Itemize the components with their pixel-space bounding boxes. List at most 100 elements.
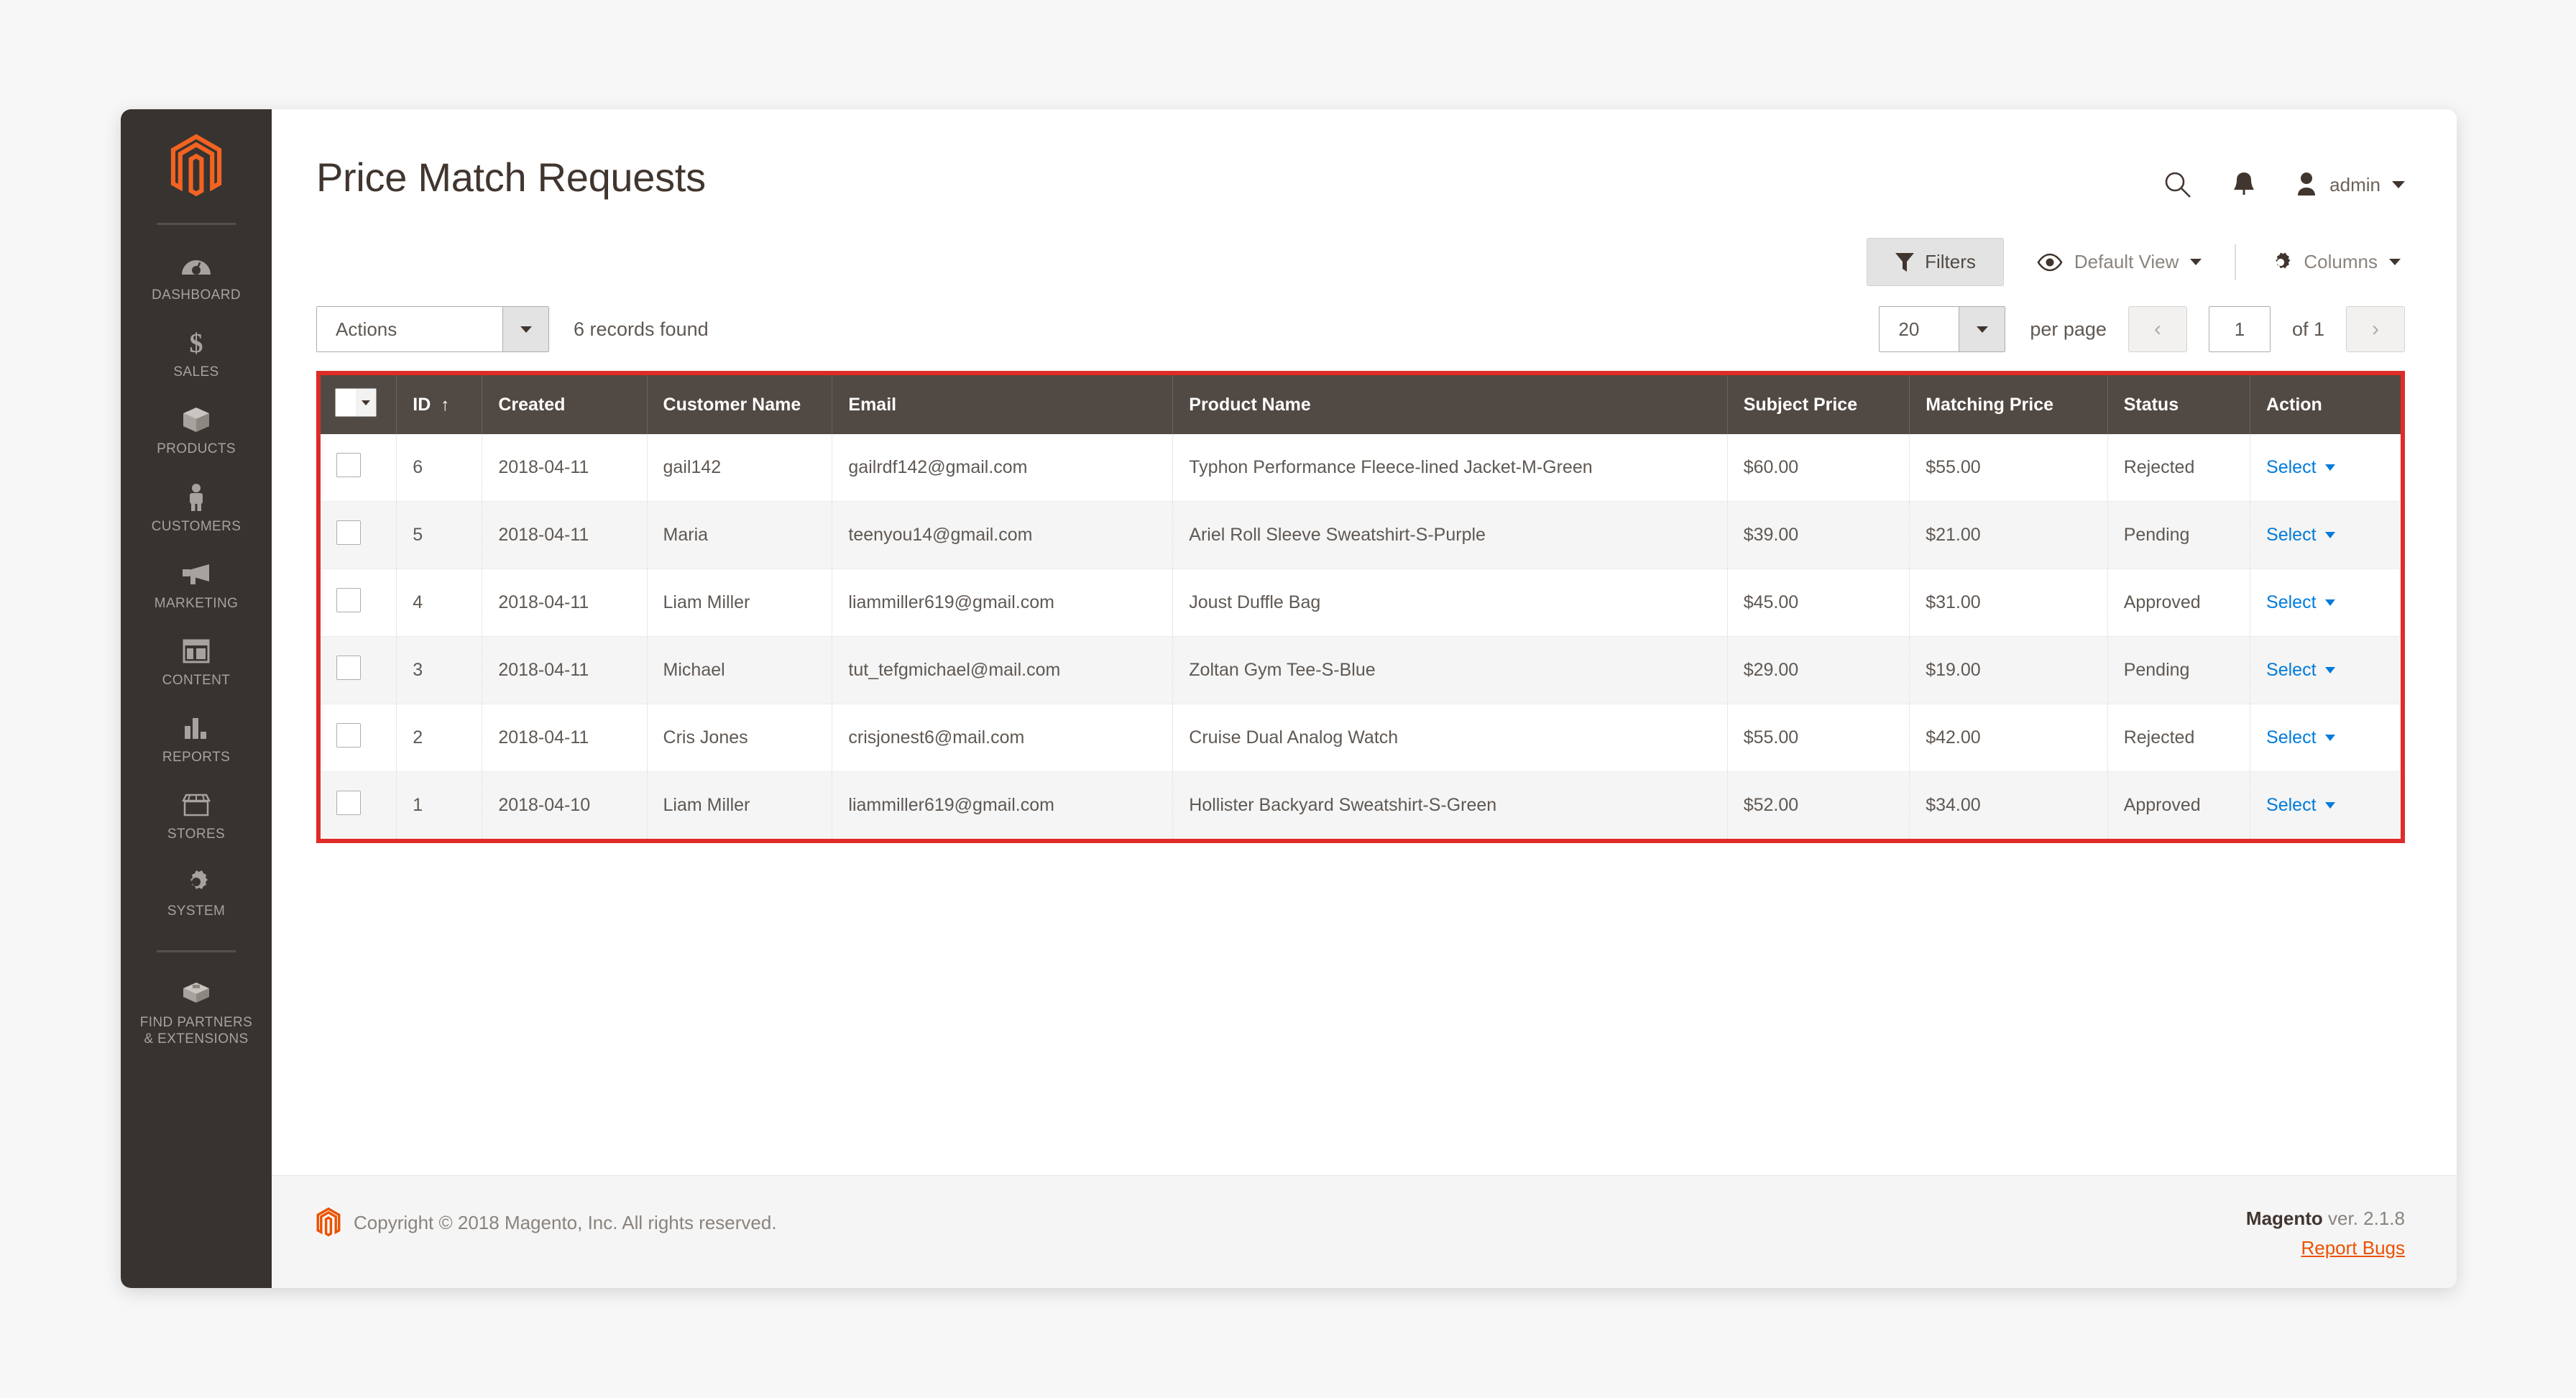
table-row[interactable]: 3 2018-04-11 Michael tut_tefgmichael@mai… [321, 636, 2401, 704]
table-header-row: ID ↑ Created Customer Name Email Product … [321, 375, 2401, 434]
column-header-matching-price[interactable]: Matching Price [1909, 375, 2108, 434]
cell-created: 2018-04-11 [482, 501, 648, 569]
sidebar-item-find-partners[interactable]: FIND PARTNERS & EXTENSIONS [121, 965, 272, 1059]
column-header-subject-price[interactable]: Subject Price [1727, 375, 1910, 434]
cell-status: Rejected [2107, 704, 2251, 772]
select-all-dropdown-icon[interactable] [335, 388, 377, 417]
table-row[interactable]: 6 2018-04-11 gail142 gailrdf142@gmail.co… [321, 434, 2401, 502]
column-header-email[interactable]: Email [832, 375, 1174, 434]
cell-customer-name: Michael [647, 636, 833, 704]
filters-button[interactable]: Filters [1867, 238, 2004, 286]
cell-email: gailrdf142@gmail.com [832, 434, 1174, 502]
row-action-select[interactable]: Select [2266, 660, 2335, 681]
chevron-down-icon [2324, 735, 2335, 741]
table-head: ID ↑ Created Customer Name Email Product … [321, 375, 2401, 434]
cell-action[interactable]: Select [2250, 501, 2401, 569]
chevron-right-icon: › [2372, 317, 2379, 341]
sidebar-item-products[interactable]: PRODUCTS [121, 392, 272, 469]
row-checkbox[interactable] [336, 723, 361, 748]
row-checkbox-cell[interactable] [321, 569, 397, 637]
cell-customer-name: gail142 [647, 434, 833, 502]
sidebar-item-stores[interactable]: STORES [121, 777, 272, 854]
chevron-down-icon [2324, 802, 2335, 809]
sidebar-item-label: STORES [167, 827, 226, 842]
gear-icon [2276, 252, 2291, 268]
select-all-header[interactable] [321, 375, 397, 434]
cell-email: crisjonest6@mail.com [832, 704, 1174, 772]
eye-icon [2037, 253, 2063, 271]
cell-action[interactable]: Select [2250, 636, 2401, 704]
row-checkbox[interactable] [336, 520, 361, 545]
column-header-action[interactable]: Action [2250, 375, 2401, 434]
per-page-select[interactable]: 20 [1879, 306, 2006, 352]
column-header-id[interactable]: ID ↑ [396, 375, 483, 434]
row-checkbox-cell[interactable] [321, 771, 397, 839]
filters-label: Filters [1925, 251, 1976, 272]
row-checkbox-cell[interactable] [321, 434, 397, 502]
row-action-select[interactable]: Select [2266, 727, 2335, 748]
table-row[interactable]: 5 2018-04-11 Maria teenyou14@gmail.com A… [321, 501, 2401, 569]
search-icon[interactable] [2163, 170, 2193, 200]
cell-action[interactable]: Select [2250, 772, 2401, 840]
columns-label: Columns [2304, 251, 2378, 272]
sidebar-item-reports[interactable]: REPORTS [121, 700, 272, 777]
magento-logo-icon[interactable] [170, 134, 223, 200]
current-page-input[interactable]: 1 [2208, 306, 2271, 352]
sidebar-item-system[interactable]: SYSTEM [121, 854, 272, 931]
column-header-product-name[interactable]: Product Name [1172, 375, 1728, 434]
cell-product-name: Typhon Performance Fleece-lined Jacket-M… [1172, 434, 1728, 502]
sidebar-item-customers[interactable]: CUSTOMERS [121, 469, 272, 546]
svg-text:$: $ [190, 328, 203, 357]
table-row[interactable]: 2 2018-04-11 Cris Jones crisjonest6@mail… [321, 704, 2401, 772]
row-checkbox-cell[interactable] [321, 501, 397, 569]
row-checkbox[interactable] [336, 453, 361, 477]
row-action-select[interactable]: Select [2266, 592, 2335, 613]
columns-button[interactable]: Columns [2265, 242, 2405, 282]
row-action-select[interactable]: Select [2266, 795, 2335, 816]
cell-action[interactable]: Select [2250, 569, 2401, 637]
column-header-customer-name[interactable]: Customer Name [647, 375, 833, 434]
cell-subject-price: $29.00 [1727, 636, 1910, 704]
next-page-button[interactable]: › [2346, 306, 2405, 352]
cell-subject-price: $60.00 [1727, 434, 1910, 502]
extension-cube-icon [176, 977, 216, 1010]
table-row[interactable]: 4 2018-04-11 Liam Miller liammiller619@g… [321, 569, 2401, 637]
grid-controls-left: Actions 6 records found [316, 306, 709, 352]
sidebar-item-label: FIND PARTNERS & EXTENSIONS [139, 1014, 253, 1047]
cell-email: tut_tefgmichael@mail.com [832, 636, 1174, 704]
actions-select[interactable]: Actions [316, 306, 549, 352]
column-header-created[interactable]: Created [482, 375, 648, 434]
bar-chart-icon [176, 712, 216, 745]
row-checkbox[interactable] [336, 791, 361, 815]
default-view-button[interactable]: Default View [2033, 242, 2207, 282]
sidebar-item-sales[interactable]: $ SALES [121, 315, 272, 392]
magento-version: Magento ver. 2.1.8 [2246, 1208, 2405, 1230]
column-header-status[interactable]: Status [2107, 375, 2251, 434]
row-checkbox-cell[interactable] [321, 704, 397, 772]
row-checkbox[interactable] [336, 588, 361, 612]
admin-user-menu[interactable]: admin [2295, 171, 2405, 198]
bell-icon[interactable] [2232, 170, 2256, 199]
sidebar-divider-top [157, 223, 236, 225]
cell-action[interactable]: Select [2250, 704, 2401, 772]
cell-status: Approved [2107, 569, 2251, 637]
sidebar-item-marketing[interactable]: MARKETING [121, 546, 272, 623]
sidebar-item-label: SYSTEM [167, 903, 226, 919]
row-action-select[interactable]: Select [2266, 525, 2335, 546]
previous-page-button[interactable]: ‹ [2128, 306, 2187, 352]
cell-action[interactable]: Select [2250, 434, 2401, 502]
cell-id: 2 [396, 704, 483, 772]
row-action-select[interactable]: Select [2266, 457, 2335, 478]
default-view-label: Default View [2074, 251, 2179, 272]
cell-id: 6 [396, 434, 483, 502]
sidebar-item-dashboard[interactable]: DASHBOARD [121, 238, 272, 315]
row-checkbox-cell[interactable] [321, 636, 397, 704]
records-found-label: 6 records found [574, 318, 709, 340]
cell-subject-price: $39.00 [1727, 501, 1910, 569]
table-row[interactable]: 1 2018-04-10 Liam Miller liammiller619@g… [321, 771, 2401, 840]
report-bugs-link[interactable]: Report Bugs [2246, 1237, 2405, 1259]
page-title: Price Match Requests [316, 155, 706, 200]
cell-created: 2018-04-11 [482, 569, 648, 637]
sidebar-item-content[interactable]: CONTENT [121, 623, 272, 700]
row-checkbox[interactable] [336, 656, 361, 680]
